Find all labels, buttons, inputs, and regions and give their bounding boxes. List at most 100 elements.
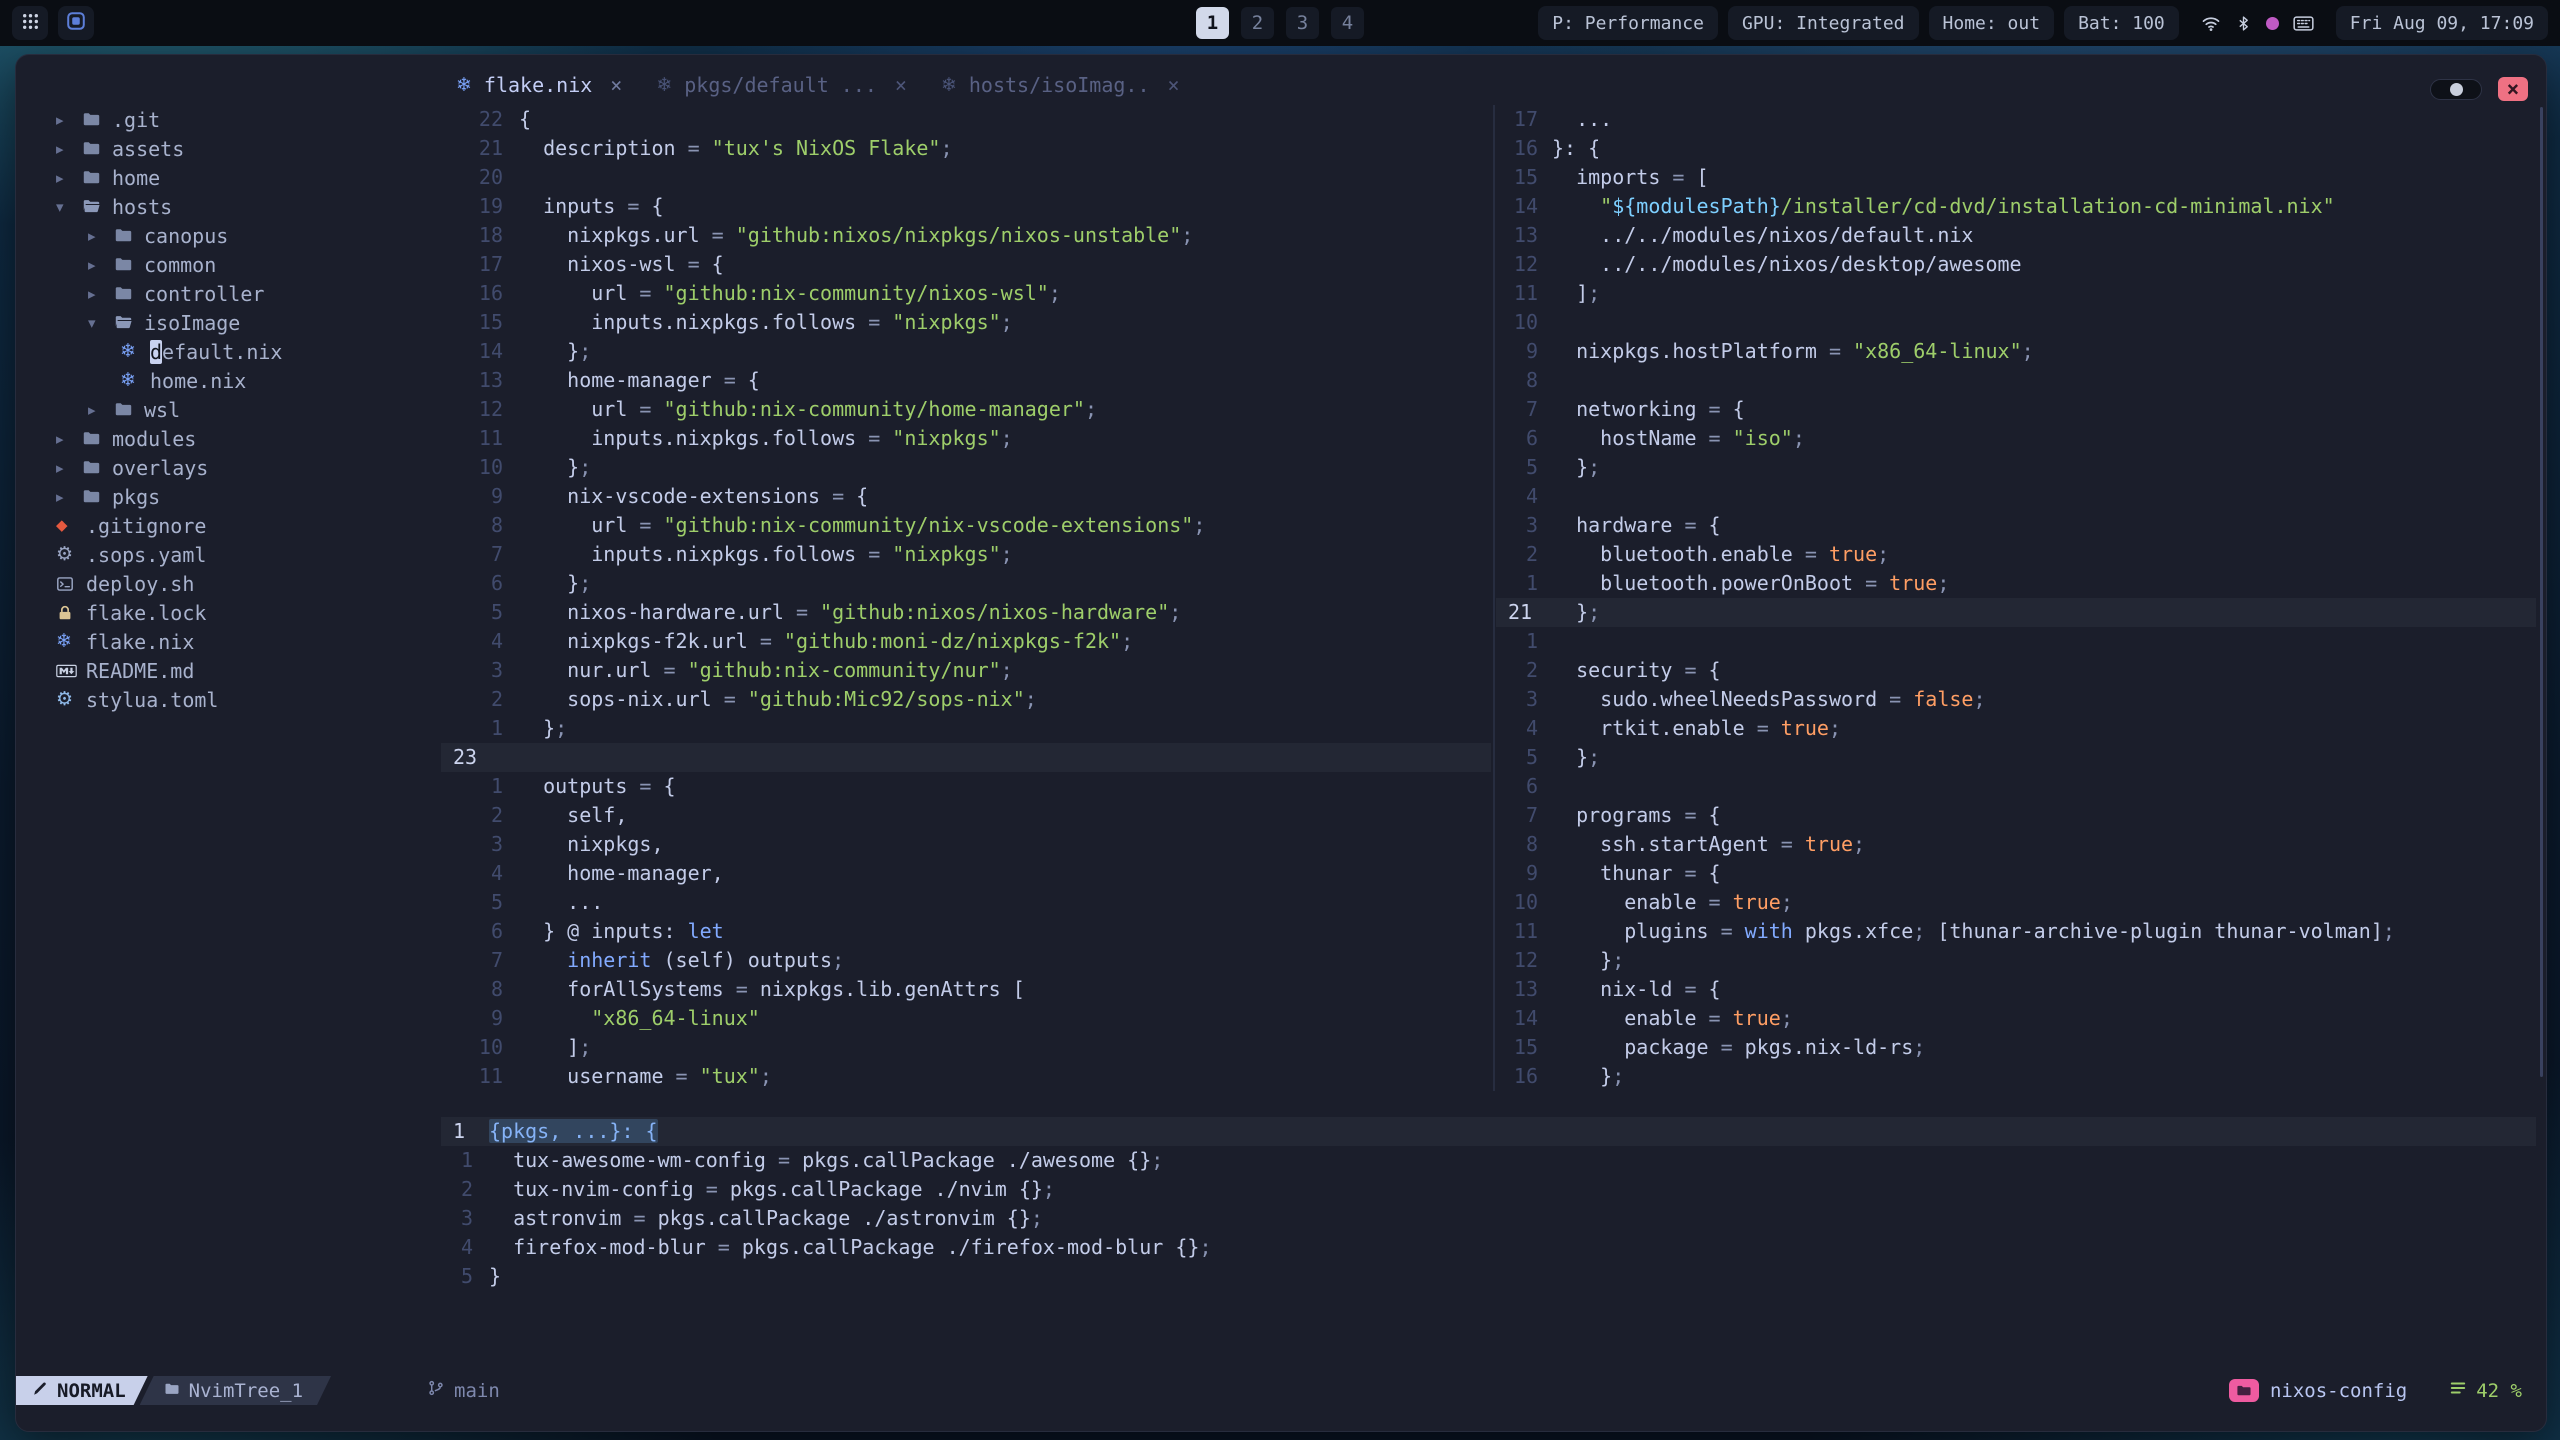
- code-line[interactable]: 1 };: [441, 714, 1491, 743]
- tree-item-default-nix[interactable]: ❄ default.nix: [16, 337, 440, 366]
- tree-item-flake-nix[interactable]: ❄ flake.nix: [16, 627, 440, 656]
- tab-flake-nix[interactable]: ❄ flake.nix ×: [456, 73, 622, 97]
- tree-item-home-nix[interactable]: ❄ home.nix: [16, 366, 440, 395]
- code-line[interactable]: 9 nix-vscode-extensions = {: [441, 482, 1491, 511]
- chevron-right-icon[interactable]: ▸: [56, 169, 82, 187]
- code-line[interactable]: 5 };: [1496, 453, 2536, 482]
- code-line[interactable]: 2 tux-nvim-config = pkgs.callPackage ./n…: [441, 1175, 2536, 1204]
- wifi-icon[interactable]: [2201, 13, 2221, 33]
- toggle-switch[interactable]: [2430, 78, 2482, 100]
- code-line[interactable]: 2 bluetooth.enable = true;: [1496, 540, 2536, 569]
- chevron-right-icon[interactable]: ▸: [88, 227, 114, 245]
- status-segment-power-profile[interactable]: P: Performance: [1538, 6, 1718, 40]
- tree-item-gitignore[interactable]: ◆ .gitignore: [16, 511, 440, 540]
- code-line[interactable]: 2 self,: [441, 801, 1491, 830]
- code-line[interactable]: 8 ssh.startAgent = true;: [1496, 830, 2536, 859]
- code-line[interactable]: 5 };: [1496, 743, 2536, 772]
- chevron-down-icon[interactable]: ▾: [88, 314, 114, 332]
- status-segment-battery[interactable]: Bat: 100: [2064, 6, 2179, 40]
- code-line[interactable]: 7 inputs.nixpkgs.follows = "nixpkgs";: [441, 540, 1491, 569]
- code-line[interactable]: 17 nixos-wsl = {: [441, 250, 1491, 279]
- window-close-button[interactable]: ×: [2498, 77, 2528, 101]
- launcher-button[interactable]: [12, 6, 48, 40]
- clock[interactable]: Fri Aug 09, 17:09: [2335, 6, 2548, 40]
- code-line[interactable]: 7 programs = {: [1496, 801, 2536, 830]
- workspace-button-1[interactable]: 1: [1196, 7, 1229, 39]
- editor-pane-flake-nix[interactable]: 22{21 description = "tux's NixOS Flake";…: [441, 105, 1491, 1091]
- code-line[interactable]: 9 "x86_64-linux": [441, 1004, 1491, 1033]
- code-line[interactable]: 6 hostName = "iso";: [1496, 424, 2536, 453]
- code-line[interactable]: 14 };: [441, 337, 1491, 366]
- chevron-right-icon[interactable]: ▸: [56, 459, 82, 477]
- tree-item-wsl[interactable]: ▸ wsl: [16, 395, 440, 424]
- code-line-current[interactable]: 1 {pkgs, ...}: {: [441, 1117, 2536, 1146]
- chevron-right-icon[interactable]: ▸: [56, 488, 82, 506]
- tree-item-sops-yaml[interactable]: ⚙ .sops.yaml: [16, 540, 440, 569]
- code-line[interactable]: 15 package = pkgs.nix-ld-rs;: [1496, 1033, 2536, 1062]
- code-line[interactable]: 9 nixpkgs.hostPlatform = "x86_64-linux";: [1496, 337, 2536, 366]
- code-line[interactable]: 4 firefox-mod-blur = pkgs.callPackage ./…: [441, 1233, 2536, 1262]
- code-line[interactable]: 15 inputs.nixpkgs.follows = "nixpkgs";: [441, 308, 1491, 337]
- code-line[interactable]: 12 };: [1496, 946, 2536, 975]
- code-line[interactable]: 4 home-manager,: [441, 859, 1491, 888]
- code-line[interactable]: 2 security = {: [1496, 656, 2536, 685]
- code-line[interactable]: 3 sudo.wheelNeedsPassword = false;: [1496, 685, 2536, 714]
- tree-item-isoimage[interactable]: ▾ isoImage: [16, 308, 440, 337]
- code-line[interactable]: 16 url = "github:nix-community/nixos-wsl…: [441, 279, 1491, 308]
- editor-pane-pkgs-default-nix[interactable]: 1 {pkgs, ...}: {1 tux-awesome-wm-config =…: [441, 1117, 2536, 1291]
- chevron-right-icon[interactable]: ▸: [56, 111, 82, 129]
- code-line-current[interactable]: 21 };: [1496, 598, 2536, 627]
- tree-item-hosts[interactable]: ▾ hosts: [16, 192, 440, 221]
- code-line[interactable]: 15 imports = [: [1496, 163, 2536, 192]
- code-line[interactable]: 21 description = "tux's NixOS Flake";: [441, 134, 1491, 163]
- code-line[interactable]: 4: [1496, 482, 2536, 511]
- code-line[interactable]: 4 nixpkgs-f2k.url = "github:moni-dz/nixp…: [441, 627, 1491, 656]
- focused-client-button[interactable]: [58, 6, 94, 40]
- code-line[interactable]: 11 username = "tux";: [441, 1062, 1491, 1091]
- tab-hosts-isoimag[interactable]: ❄ hosts/isoImag.. ×: [941, 73, 1180, 97]
- code-line[interactable]: 10 enable = true;: [1496, 888, 2536, 917]
- tab-close-icon[interactable]: ×: [604, 73, 622, 97]
- code-line[interactable]: 3 astronvim = pkgs.callPackage ./astronv…: [441, 1204, 2536, 1233]
- workspace-button-3[interactable]: 3: [1286, 7, 1319, 39]
- workspace-button-4[interactable]: 4: [1331, 7, 1364, 39]
- code-line[interactable]: 1 tux-awesome-wm-config = pkgs.callPacka…: [441, 1146, 2536, 1175]
- tab-pkgs-default[interactable]: ❄ pkgs/default ... ×: [656, 73, 907, 97]
- code-line[interactable]: 17 ...: [1496, 105, 2536, 134]
- code-line[interactable]: 1 bluetooth.powerOnBoot = true;: [1496, 569, 2536, 598]
- code-line[interactable]: 13 ../../modules/nixos/default.nix: [1496, 221, 2536, 250]
- tree-item-canopus[interactable]: ▸ canopus: [16, 221, 440, 250]
- code-line[interactable]: 5}: [441, 1262, 2536, 1291]
- code-line[interactable]: 12 ../../modules/nixos/desktop/awesome: [1496, 250, 2536, 279]
- code-line[interactable]: 18 nixpkgs.url = "github:nixos/nixpkgs/n…: [441, 221, 1491, 250]
- code-line[interactable]: 10: [1496, 308, 2536, 337]
- code-line[interactable]: 22 {: [441, 105, 1491, 134]
- tree-item-deploy-sh[interactable]: deploy.sh: [16, 569, 440, 598]
- code-line[interactable]: 11 ];: [1496, 279, 2536, 308]
- code-line[interactable]: 1 outputs = {: [441, 772, 1491, 801]
- code-line[interactable]: 5 ...: [441, 888, 1491, 917]
- code-line[interactable]: 6 };: [441, 569, 1491, 598]
- indicator-dot[interactable]: [2265, 16, 2279, 30]
- code-line[interactable]: 16 };: [1496, 1062, 2536, 1091]
- code-line[interactable]: 4 rtkit.enable = true;: [1496, 714, 2536, 743]
- tree-item-modules[interactable]: ▸ modules: [16, 424, 440, 453]
- chevron-down-icon[interactable]: ▾: [56, 198, 82, 216]
- code-line[interactable]: 11 plugins = with pkgs.xfce; [thunar-arc…: [1496, 917, 2536, 946]
- scrollbar[interactable]: [2540, 107, 2543, 1077]
- code-line[interactable]: 6 } @ inputs: let: [441, 917, 1491, 946]
- chevron-right-icon[interactable]: ▸: [88, 256, 114, 274]
- tree-item-overlays[interactable]: ▸ overlays: [16, 453, 440, 482]
- tree-item-pkgs[interactable]: ▸ pkgs: [16, 482, 440, 511]
- tree-item-git[interactable]: ▸ .git: [16, 105, 440, 134]
- keyboard-icon[interactable]: [2293, 15, 2314, 32]
- code-line[interactable]: 3 nur.url = "github:nix-community/nur";: [441, 656, 1491, 685]
- tree-item-flake-lock[interactable]: flake.lock: [16, 598, 440, 627]
- code-line[interactable]: 11 inputs.nixpkgs.follows = "nixpkgs";: [441, 424, 1491, 453]
- tab-close-icon[interactable]: ×: [1162, 73, 1180, 97]
- tree-item-common[interactable]: ▸ common: [16, 250, 440, 279]
- status-segment-home-presence[interactable]: Home: out: [1928, 6, 2055, 40]
- code-line[interactable]: 13 nix-ld = {: [1496, 975, 2536, 1004]
- status-segment-gpu-mode[interactable]: GPU: Integrated: [1727, 6, 1919, 40]
- tree-item-readme-md[interactable]: README.md: [16, 656, 440, 685]
